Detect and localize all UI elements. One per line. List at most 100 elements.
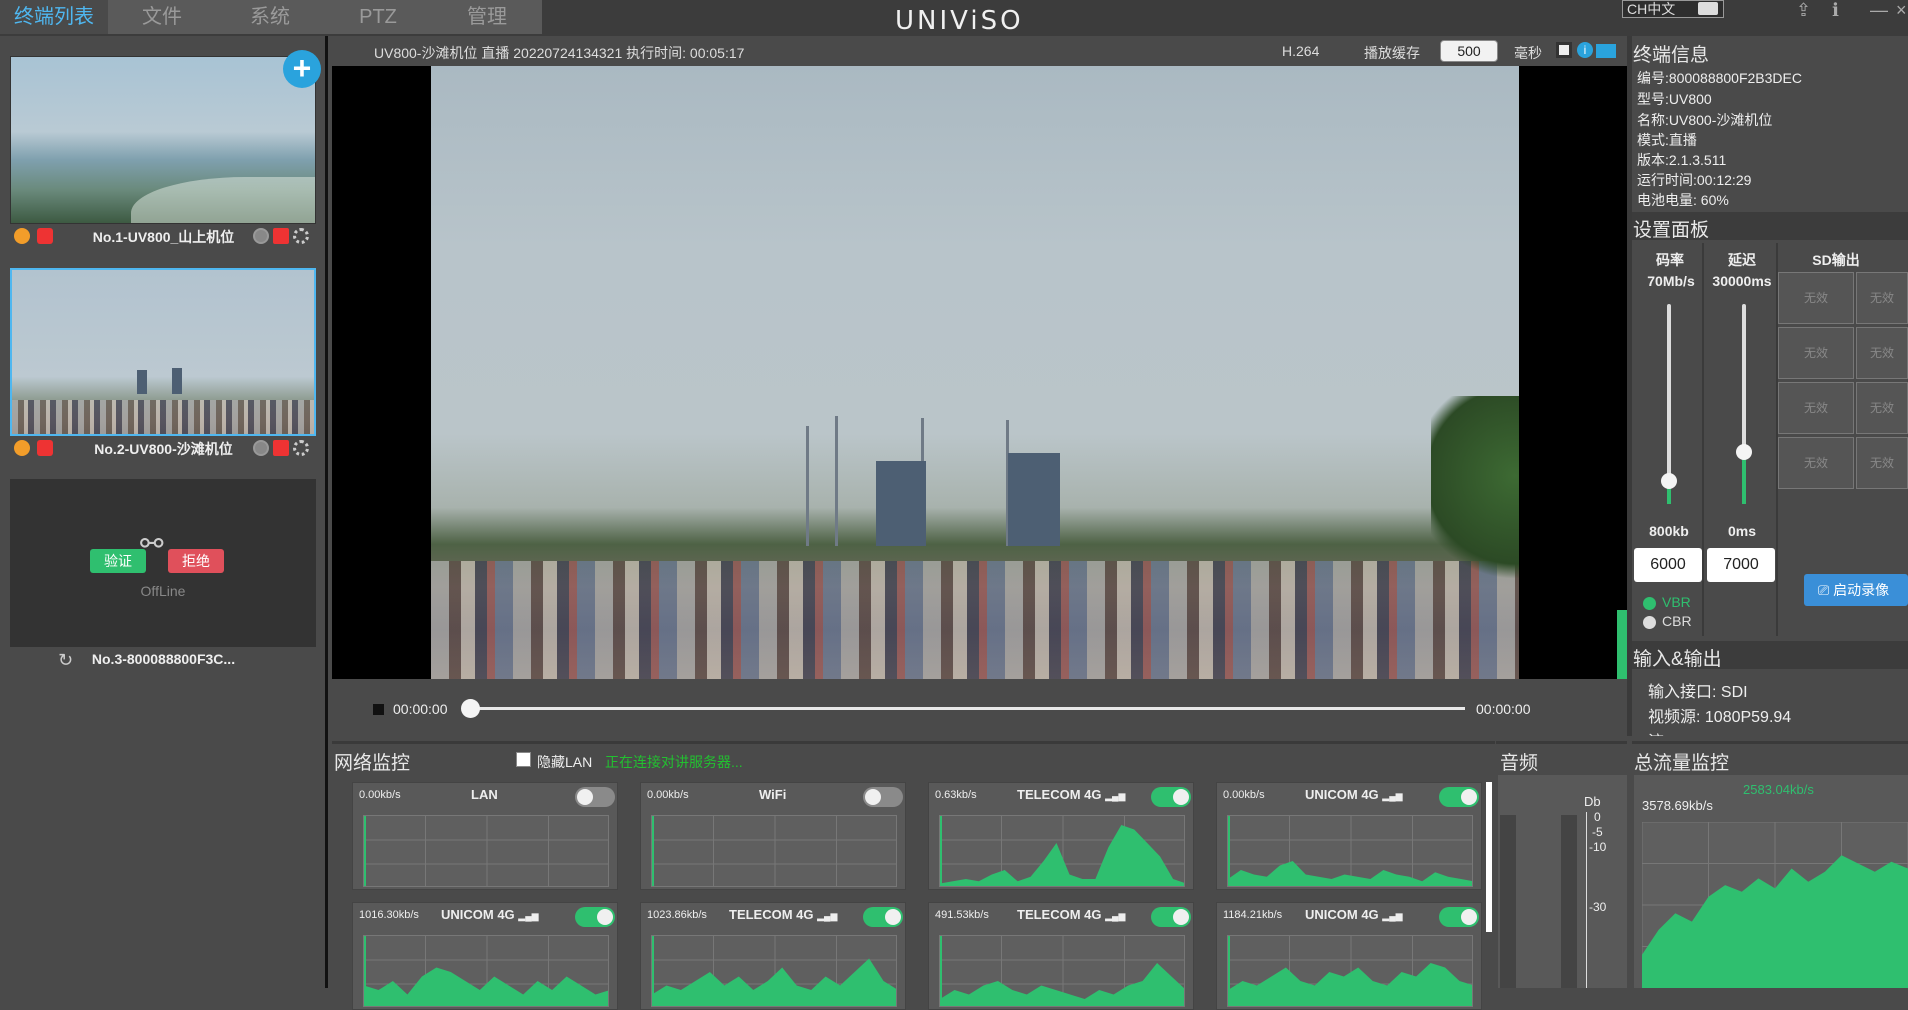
audio-unit: Db [1584,794,1601,809]
audio-meter-right [1561,815,1577,988]
card-network-name: UNICOM 4G ▂▄▆ [441,907,539,922]
delay-slider-knob[interactable] [1736,444,1752,460]
network-card: 0.00kb/s LAN [352,782,618,890]
network-toggle[interactable] [1151,787,1191,807]
card-network-name: TELECOM 4G ▂▄▆ [729,907,838,922]
card-network-name: LAN [471,787,498,802]
network-toggle[interactable] [575,787,615,807]
traffic-plot [939,935,1185,1007]
info-icon[interactable]: i [1577,42,1593,58]
network-toggle[interactable] [863,907,903,927]
audio-title: 音频 [1500,753,1539,774]
bitrate-label: 码率 [1656,252,1684,268]
signal-icon: ▂▄▆ [1382,791,1403,801]
video-frame [431,66,1519,679]
network-toggle[interactable] [863,787,903,807]
minimize-icon[interactable]: — [1870,0,1888,21]
vbr-radio[interactable] [1643,597,1656,610]
delay-min: 0ms [1727,523,1757,539]
network-toggle[interactable] [575,907,615,927]
export-icon[interactable]: ⇪ [1796,0,1811,21]
progress-knob[interactable] [461,699,480,718]
network-card: 0.00kb/s WiFi [640,782,906,890]
info-uptime: 运行时间:00:12:29 [1637,172,1752,188]
sd-cell[interactable]: 无效 [1778,272,1854,324]
card-network-name: WiFi [759,787,787,802]
gear-icon[interactable] [293,440,309,456]
brand-logo: UNIViSO [895,6,1024,36]
grid-view-icon[interactable] [1556,42,1572,58]
hide-lan-label: 隐藏LAN [537,754,593,770]
network-card: 0.00kb/s UNICOM 4G ▂▄▆ [1216,782,1482,890]
progress-track[interactable] [470,707,1465,710]
close-icon[interactable]: × [1896,0,1907,21]
stop-button[interactable] [373,704,384,715]
codec-label: H.264 [1282,43,1320,59]
sd-output-label: SD输出 [1812,252,1860,268]
io-stream: 流: 2 [1648,728,1682,736]
info-version: 版本:2.1.3.511 [1637,152,1727,168]
audio-tick: 0 [1594,810,1601,824]
signal-icon: ▂▄▆ [817,911,838,921]
right-splitter[interactable] [1627,36,1632,736]
sd-cell[interactable]: 无效 [1778,327,1854,379]
sd-cell[interactable]: 无效 [1778,382,1854,434]
terminal-thumbnail-3[interactable]: ⚯ 验证 拒绝 OffLine [10,479,316,647]
tab-ptz[interactable]: PTZ [324,0,432,34]
network-toggle[interactable] [1439,907,1479,927]
info-mode: 模式:直播 [1637,132,1697,148]
sd-cell[interactable]: 无效 [1856,437,1908,489]
stream-title: UV800-沙滩机位 直播 20220724134321 执行时间: 00:05… [374,45,745,61]
cbr-radio[interactable] [1643,616,1656,629]
tab-manage[interactable]: 管理 [432,0,542,34]
terminal-thumbnail-1[interactable] [10,56,316,224]
tab-file[interactable]: 文件 [108,0,216,34]
record-dot-icon[interactable] [253,440,269,456]
signal-icon: ▂▄▆ [518,911,539,921]
bitrate-slider-knob[interactable] [1661,473,1677,489]
audio-tick: -30 [1589,900,1607,914]
terminal-thumbnail-2[interactable] [10,268,316,436]
monitor-icon[interactable] [1596,44,1616,58]
scrollbar[interactable] [1486,782,1492,932]
sd-cell[interactable]: 无效 [1778,437,1854,489]
mail-icon[interactable] [1698,2,1718,15]
vbr-label: VBR [1662,594,1691,610]
card-rate: 1184.21kb/s [1223,909,1283,921]
info-model: 型号:UV800 [1637,91,1712,107]
panel-splitter[interactable] [325,36,328,988]
verify-button[interactable]: 验证 [90,549,146,573]
bitrate-input[interactable]: 6000 [1634,548,1702,582]
buffer-input[interactable]: 500 [1440,40,1498,62]
delay-input[interactable]: 7000 [1707,548,1775,582]
reject-button[interactable]: 拒绝 [168,549,224,573]
settings-title: 设置面板 [1633,220,1710,241]
card-rate: 1016.30kb/s [359,909,419,921]
network-toggle[interactable] [1439,787,1479,807]
sd-cell[interactable]: 无效 [1856,327,1908,379]
gear-icon[interactable] [293,228,309,244]
network-card: 1016.30kb/s UNICOM 4G ▂▄▆ [352,902,618,1010]
add-terminal-button[interactable]: + [283,50,321,88]
card-network-name: UNICOM 4G ▂▄▆ [1305,787,1403,802]
top-bar: 终端列表 文件 系统 PTZ 管理 UNIViSO CH中文 ⇪ ℹ — × [0,0,1908,36]
sd-cell[interactable]: 无效 [1856,382,1908,434]
offline-status: OffLine [140,583,186,599]
card-network-name: TELECOM 4G ▂▄▆ [1017,907,1126,922]
network-toggle[interactable] [1151,907,1191,927]
sd-cell[interactable]: 无效 [1856,272,1908,324]
info-icon[interactable]: ℹ [1832,0,1839,21]
tab-system[interactable]: 系统 [216,0,324,34]
card-network-name: TELECOM 4G ▂▄▆ [1017,787,1126,802]
traffic-plot [651,935,897,1007]
signal-icon: ▂▄▆ [1105,911,1126,921]
record-dot-icon[interactable] [253,228,269,244]
terminal-label-3: No.3-800088800F3C... [91,651,236,667]
audio-tick: -5 [1592,825,1603,839]
start-recording-button[interactable]: ⎚ 启动录像 [1804,574,1908,606]
signal-bars-icon [273,440,289,456]
hide-lan-checkbox[interactable] [516,752,531,767]
card-rate: 491.53kb/s [935,909,989,921]
intercom-status: 正在连接对讲服务器... [605,754,743,770]
tab-terminal-list[interactable]: 终端列表 [0,0,108,34]
